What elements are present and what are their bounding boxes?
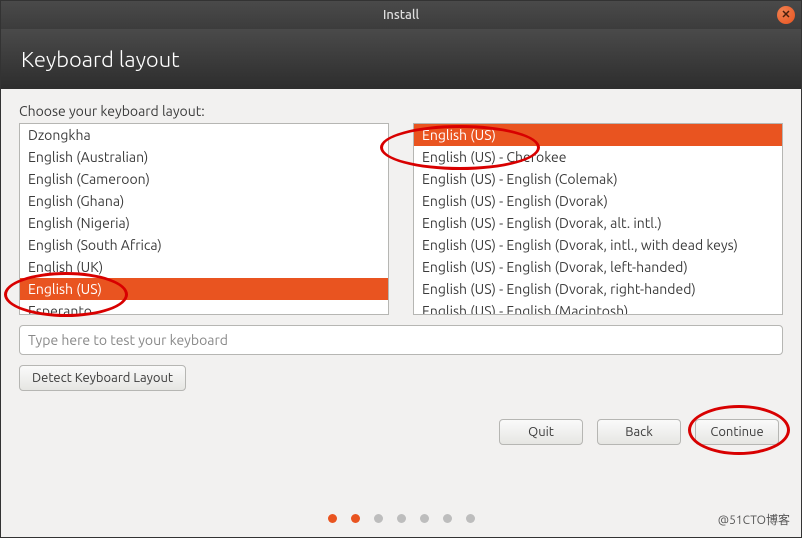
language-item[interactable]: English (Cameroon) <box>20 168 388 190</box>
progress-dot <box>420 514 429 523</box>
language-listbox[interactable]: DzongkhaEnglish (Australian)English (Cam… <box>19 123 389 315</box>
window-title: Install <box>1 8 801 22</box>
nav-buttons: Quit Back Continue <box>19 419 783 445</box>
variant-item[interactable]: English (US) - English (Dvorak, left-han… <box>414 256 782 278</box>
language-item[interactable]: Esperanto <box>20 300 388 315</box>
language-item[interactable]: English (Ghana) <box>20 190 388 212</box>
variant-listbox[interactable]: English (US)English (US) - CherokeeEngli… <box>413 123 783 315</box>
page-header: Keyboard layout <box>1 29 801 89</box>
progress-dot <box>397 514 406 523</box>
language-item[interactable]: English (US) <box>20 278 388 300</box>
variant-item[interactable]: English (US) - English (Dvorak) <box>414 190 782 212</box>
page-title: Keyboard layout <box>21 47 180 72</box>
detect-keyboard-button[interactable]: Detect Keyboard Layout <box>19 365 186 391</box>
language-item[interactable]: English (Australian) <box>20 146 388 168</box>
variant-item[interactable]: English (US) - English (Dvorak, intl., w… <box>414 234 782 256</box>
continue-button[interactable]: Continue <box>695 419 779 445</box>
language-item[interactable]: English (Nigeria) <box>20 212 388 234</box>
progress-dot <box>328 514 337 523</box>
progress-dots <box>19 496 783 537</box>
installer-window: Install ✕ Keyboard layout Choose your ke… <box>0 0 802 538</box>
progress-dot <box>466 514 475 523</box>
quit-button[interactable]: Quit <box>499 419 583 445</box>
variant-item[interactable]: English (US) - English (Macintosh) <box>414 300 782 315</box>
variant-item[interactable]: English (US) <box>414 124 782 146</box>
language-item[interactable]: English (UK) <box>20 256 388 278</box>
variant-item[interactable]: English (US) - English (Colemak) <box>414 168 782 190</box>
body: Choose your keyboard layout: DzongkhaEng… <box>1 89 801 537</box>
language-item[interactable]: English (South Africa) <box>20 234 388 256</box>
progress-dot <box>443 514 452 523</box>
titlebar: Install ✕ <box>1 1 801 29</box>
close-icon: ✕ <box>781 10 790 21</box>
layout-lists: DzongkhaEnglish (Australian)English (Cam… <box>19 123 783 315</box>
back-button[interactable]: Back <box>597 419 681 445</box>
close-button[interactable]: ✕ <box>777 6 795 24</box>
watermark-text: @51CTO博客 <box>718 511 790 528</box>
variant-item[interactable]: English (US) - Cherokee <box>414 146 782 168</box>
keyboard-test-input[interactable] <box>19 325 783 355</box>
choose-layout-prompt: Choose your keyboard layout: <box>19 103 783 119</box>
variant-item[interactable]: English (US) - English (Dvorak, right-ha… <box>414 278 782 300</box>
progress-dot <box>374 514 383 523</box>
language-item[interactable]: Dzongkha <box>20 124 388 146</box>
progress-dot <box>351 514 360 523</box>
variant-item[interactable]: English (US) - English (Dvorak, alt. int… <box>414 212 782 234</box>
